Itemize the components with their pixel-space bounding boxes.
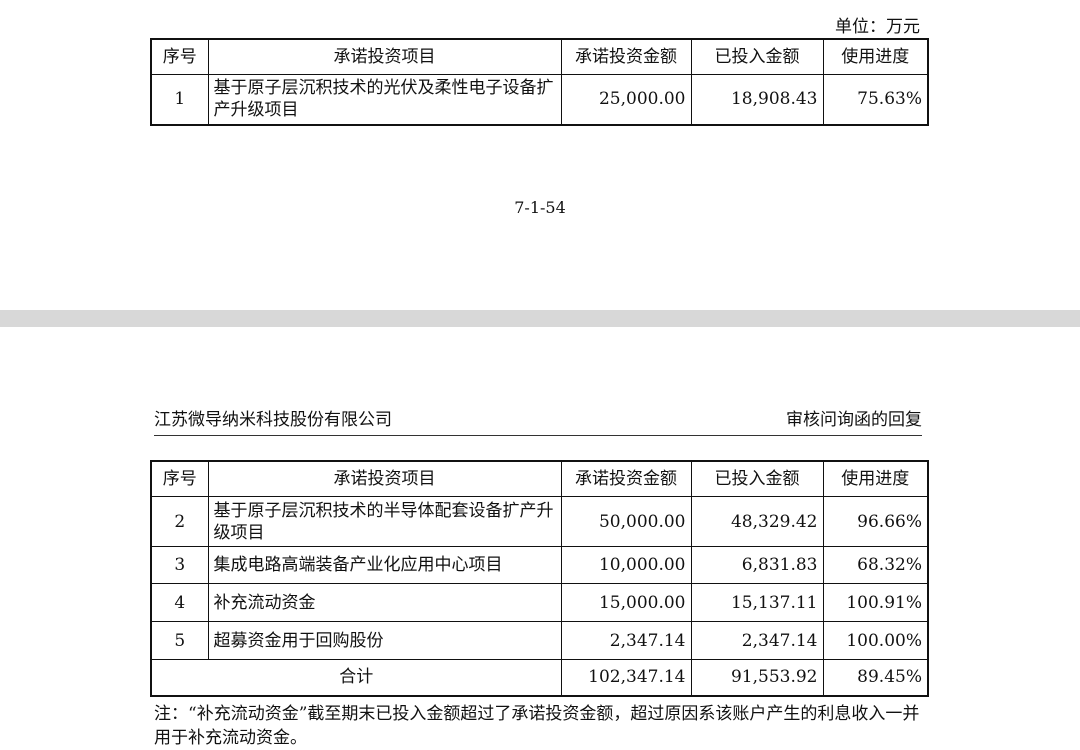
- row-invested: 2,347.14: [690, 621, 824, 660]
- table-row: 2 基于原子层沉积技术的半导体配套设备扩产升级项目 50,000.00 48,3…: [150, 496, 929, 547]
- row-committed: 2,347.14: [560, 621, 692, 660]
- header-idx: 序号: [150, 38, 209, 75]
- row-idx: 3: [150, 546, 209, 584]
- total-label: 合计: [150, 659, 562, 696]
- table-row: 1 基于原子层沉积技术的光伏及柔性电子设备扩产升级项目 25,000.00 18…: [150, 74, 929, 125]
- row-invested: 48,329.42: [690, 496, 824, 547]
- row-project: 补充流动资金: [207, 583, 562, 622]
- row-project: 集成电路高端装备产业化应用中心项目: [207, 546, 562, 584]
- header-project: 承诺投资项目: [207, 460, 562, 497]
- row-progress: 100.91%: [822, 583, 929, 622]
- row-progress: 75.63%: [822, 74, 929, 125]
- row-invested: 15,137.11: [690, 583, 824, 622]
- total-progress: 89.45%: [822, 659, 929, 696]
- header-committed: 承诺投资金额: [560, 460, 692, 497]
- header-idx: 序号: [150, 460, 209, 497]
- bottom-table-header: 序号 承诺投资项目 承诺投资金额 已投入金额 使用进度: [150, 460, 929, 497]
- header-progress: 使用进度: [822, 460, 929, 497]
- page-separator: [0, 310, 1080, 327]
- header-project: 承诺投资项目: [207, 38, 562, 75]
- total-committed: 102,347.14: [560, 659, 692, 696]
- bottom-table: 序号 承诺投资项目 承诺投资金额 已投入金额 使用进度 2 基于原子层沉积技术的…: [150, 460, 929, 697]
- page-top: 单位：万元 序号 承诺投资项目 承诺投资金额 已投入金额 使用进度 1 基于原子…: [0, 0, 1080, 310]
- table-row: 3 集成电路高端装备产业化应用中心项目 10,000.00 6,831.83 6…: [150, 546, 929, 584]
- row-idx: 5: [150, 621, 209, 660]
- row-progress: 100.00%: [822, 621, 929, 660]
- row-invested: 6,831.83: [690, 546, 824, 584]
- row-idx: 2: [150, 496, 209, 547]
- row-committed: 25,000.00: [560, 74, 692, 125]
- running-header: 江苏微导纳米科技股份有限公司 审核问询函的回复: [154, 405, 922, 436]
- header-invested: 已投入金额: [690, 38, 824, 75]
- table-row: 5 超募资金用于回购股份 2,347.14 2,347.14 100.00%: [150, 621, 929, 660]
- footnote: 注：“补充流动资金”截至期末已投入金额超过了承诺投资金额，超过原因系该账户产生的…: [154, 704, 920, 748]
- row-project: 基于原子层沉积技术的光伏及柔性电子设备扩产升级项目: [207, 74, 562, 125]
- header-invested: 已投入金额: [690, 460, 824, 497]
- row-committed: 10,000.00: [560, 546, 692, 584]
- row-progress: 96.66%: [822, 496, 929, 547]
- top-table-header: 序号 承诺投资项目 承诺投资金额 已投入金额 使用进度: [150, 38, 929, 75]
- row-idx: 1: [150, 74, 209, 125]
- row-invested: 18,908.43: [690, 74, 824, 125]
- total-invested: 91,553.92: [690, 659, 824, 696]
- company-name: 江苏微导纳米科技股份有限公司: [154, 410, 392, 430]
- row-committed: 15,000.00: [560, 583, 692, 622]
- row-committed: 50,000.00: [560, 496, 692, 547]
- row-idx: 4: [150, 583, 209, 622]
- document-title: 审核问询函的回复: [786, 410, 922, 430]
- top-table: 序号 承诺投资项目 承诺投资金额 已投入金额 使用进度 1 基于原子层沉积技术的…: [150, 38, 929, 126]
- unit-label: 单位：万元: [835, 17, 920, 37]
- row-progress: 68.32%: [822, 546, 929, 584]
- header-progress: 使用进度: [822, 38, 929, 75]
- row-project: 基于原子层沉积技术的半导体配套设备扩产升级项目: [207, 496, 562, 547]
- table-row: 4 补充流动资金 15,000.00 15,137.11 100.91%: [150, 583, 929, 622]
- header-committed: 承诺投资金额: [560, 38, 692, 75]
- total-row: 合计 102,347.14 91,553.92 89.45%: [150, 659, 929, 696]
- page-bottom: 江苏微导纳米科技股份有限公司 审核问询函的回复 序号 承诺投资项目 承诺投资金额…: [0, 327, 1080, 749]
- row-project: 超募资金用于回购股份: [207, 621, 562, 660]
- page-number: 7-1-54: [514, 198, 566, 217]
